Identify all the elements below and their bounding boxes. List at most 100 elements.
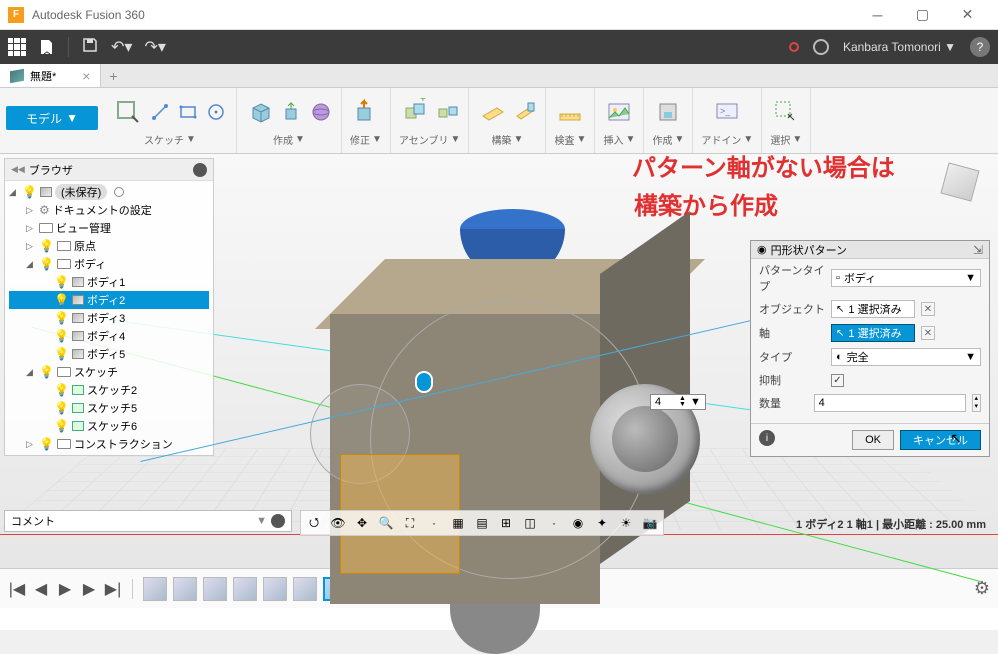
- activate-radio[interactable]: [114, 187, 124, 197]
- insert-decal-icon[interactable]: [603, 96, 635, 128]
- tree-sketch-folder[interactable]: ◢💡スケッチ: [9, 363, 209, 381]
- snap-icon[interactable]: ⊞: [495, 513, 517, 533]
- body-cylinder-bottom[interactable]: [450, 604, 540, 654]
- undo-icon[interactable]: ↶▾: [111, 37, 132, 57]
- pan-icon[interactable]: ✥: [351, 513, 373, 533]
- suppress-checkbox[interactable]: ✓: [831, 374, 844, 387]
- ribbon-label-assembly[interactable]: アセンブリ ▼: [399, 132, 460, 147]
- file-menu-icon[interactable]: [38, 38, 56, 56]
- tree-sketch-item[interactable]: 💡スケッチ2: [9, 381, 209, 399]
- tree-bodies-folder[interactable]: ◢💡ボディ: [9, 255, 209, 273]
- close-button[interactable]: ✕: [945, 0, 990, 30]
- ribbon-label-sketch[interactable]: スケッチ ▼: [144, 132, 196, 147]
- ribbon-label-select[interactable]: 選択 ▼: [770, 132, 802, 147]
- collapse-icon[interactable]: ◀◀: [11, 164, 25, 175]
- press-pull-icon[interactable]: [350, 96, 382, 128]
- timeline-feature-sketch[interactable]: [263, 577, 287, 601]
- timeline-feature-sketch[interactable]: [143, 577, 167, 601]
- tree-body-item[interactable]: 💡ボディ1: [9, 273, 209, 291]
- ribbon-label-addins[interactable]: アドイン ▼: [701, 132, 753, 147]
- redo-icon[interactable]: ↷▾: [144, 37, 165, 57]
- render-icon[interactable]: ◉: [567, 513, 589, 533]
- panel-header[interactable]: ◉ 円形状パターン ⇲: [751, 241, 989, 259]
- orbit-icon[interactable]: ⭯: [303, 513, 325, 533]
- create-sketch-icon[interactable]: [112, 96, 144, 128]
- ribbon-label-construct[interactable]: 構築 ▼: [491, 132, 523, 147]
- pattern-angle-handle[interactable]: [415, 371, 433, 393]
- tree-body-item[interactable]: 💡ボディ5: [9, 345, 209, 363]
- tree-body-item[interactable]: 💡ボディ4: [9, 327, 209, 345]
- cancel-button[interactable]: キャンセル↖: [900, 430, 981, 450]
- timeline-feature-extrude[interactable]: [293, 577, 317, 601]
- maximize-button[interactable]: ▢: [900, 0, 945, 30]
- timeline-prev-icon[interactable]: ◀: [32, 579, 50, 599]
- new-tab-button[interactable]: +: [101, 68, 125, 84]
- data-panel-icon[interactable]: [8, 38, 26, 56]
- pattern-type-dropdown[interactable]: ▫ ボディ ▼: [831, 269, 981, 287]
- box-icon[interactable]: [245, 96, 277, 128]
- pin-icon[interactable]: [193, 163, 207, 177]
- look-at-icon[interactable]: 👁: [327, 513, 349, 533]
- document-tab[interactable]: 無題* ×: [0, 64, 101, 87]
- tree-origin[interactable]: ▷💡原点: [9, 237, 209, 255]
- construct-plane-icon[interactable]: [477, 96, 509, 128]
- record-icon[interactable]: [789, 42, 799, 52]
- quantity-field[interactable]: [655, 396, 675, 408]
- tree-body-item-selected[interactable]: 💡ボディ2: [9, 291, 209, 309]
- scripts-icon[interactable]: >_: [711, 96, 743, 128]
- line-icon[interactable]: [148, 96, 172, 128]
- clear-objects-button[interactable]: ✕: [921, 302, 935, 316]
- type-dropdown[interactable]: ◐ 完全 ▼: [831, 348, 981, 366]
- circle-icon[interactable]: [204, 96, 228, 128]
- effects-icon[interactable]: ✦: [591, 513, 613, 533]
- construct-axis-icon[interactable]: [513, 96, 537, 128]
- tab-close-icon[interactable]: ×: [82, 68, 90, 84]
- rectangle-icon[interactable]: [176, 96, 200, 128]
- timeline-feature-extrude[interactable]: [173, 577, 197, 601]
- tree-doc-settings[interactable]: ▷⚙ドキュメントの設定: [9, 201, 209, 219]
- ribbon-label-modify[interactable]: 修正 ▼: [350, 132, 382, 147]
- ribbon-label-create[interactable]: 作成 ▼: [273, 132, 305, 147]
- axis-selector[interactable]: ↖ 1 選択済み: [831, 324, 915, 342]
- timeline-play-icon[interactable]: ▶: [56, 579, 74, 599]
- quantity-spinner[interactable]: ▲▼: [679, 396, 686, 408]
- display-settings-icon[interactable]: ▦: [447, 513, 469, 533]
- measure-icon[interactable]: [554, 96, 586, 128]
- tree-construction-folder[interactable]: ▷💡コンストラクション: [9, 435, 209, 453]
- info-icon[interactable]: i: [759, 430, 775, 446]
- objects-selector[interactable]: ↖ 1 選択済み: [831, 300, 915, 318]
- view-cube[interactable]: [938, 160, 982, 204]
- ribbon-label-inspect[interactable]: 検査 ▼: [554, 132, 586, 147]
- panel-pin-icon[interactable]: ⇲: [973, 243, 983, 257]
- tree-root[interactable]: ◢💡(未保存): [9, 183, 209, 201]
- select-icon[interactable]: [770, 96, 802, 128]
- extrude-icon[interactable]: [281, 96, 305, 128]
- pin-icon[interactable]: [271, 514, 285, 528]
- environment-icon[interactable]: ☀: [615, 513, 637, 533]
- ribbon-label-make[interactable]: 作成 ▼: [652, 132, 684, 147]
- new-component-icon[interactable]: +: [400, 96, 432, 128]
- quantity-dropdown-icon[interactable]: ▼: [690, 396, 701, 408]
- timeline-next-icon[interactable]: ▶: [80, 579, 98, 599]
- timeline-feature-sketch[interactable]: [203, 577, 227, 601]
- quantity-popup[interactable]: ▲▼ ▼: [650, 394, 706, 410]
- joint-icon[interactable]: [436, 96, 460, 128]
- timeline-end-icon[interactable]: ▶|: [104, 579, 122, 599]
- grid-settings-icon[interactable]: ▤: [471, 513, 493, 533]
- browser-header[interactable]: ◀◀ ブラウザ: [5, 159, 213, 181]
- job-status-icon[interactable]: [813, 39, 829, 55]
- user-menu[interactable]: Kanbara Tomonori ▼: [843, 40, 956, 54]
- viewport-layout-icon[interactable]: ◫: [519, 513, 541, 533]
- clear-axis-button[interactable]: ✕: [921, 326, 935, 340]
- tree-body-item[interactable]: 💡ボディ3: [9, 309, 209, 327]
- help-icon[interactable]: ?: [970, 37, 990, 57]
- ok-button[interactable]: OK: [852, 430, 894, 450]
- zoom-icon[interactable]: 🔍: [375, 513, 397, 533]
- comments-bar[interactable]: コメント ▼: [4, 510, 292, 532]
- tree-sketch-item[interactable]: 💡スケッチ6: [9, 417, 209, 435]
- minimize-button[interactable]: ─: [855, 0, 900, 30]
- sphere-icon[interactable]: [309, 96, 333, 128]
- workspace-switcher[interactable]: モデル ▼: [6, 106, 98, 130]
- camera-icon[interactable]: 📷: [639, 513, 661, 533]
- chevron-down-icon[interactable]: ▼: [256, 515, 267, 527]
